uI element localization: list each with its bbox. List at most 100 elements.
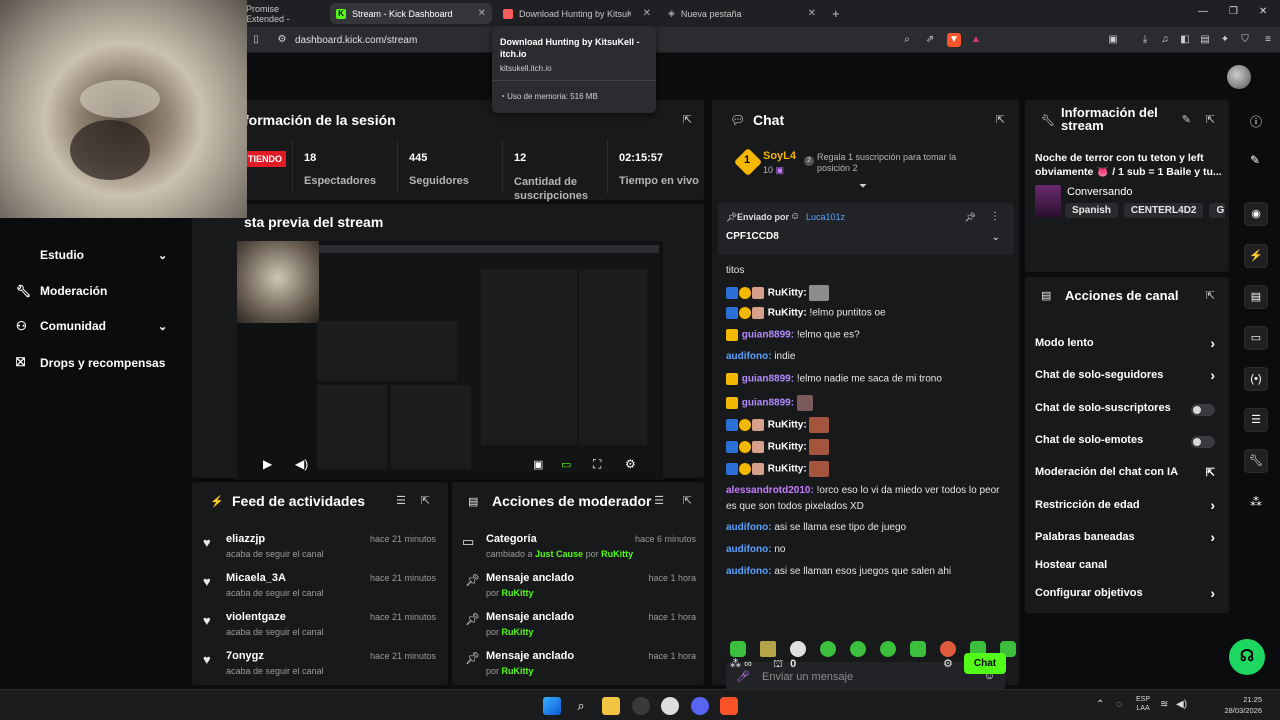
chat-user[interactable]: RuKitty:	[768, 288, 807, 299]
pinned-user[interactable]: Luca101z	[806, 212, 845, 222]
action-emotes-only[interactable]: Chat de solo-emotes	[1035, 434, 1229, 448]
play-icon[interactable]: ▶	[263, 457, 272, 471]
zoom-icon[interactable]: ⌕	[900, 33, 914, 47]
site-info-icon[interactable]: ⚙	[275, 33, 289, 47]
moderator-link[interactable]: RuKitty	[502, 588, 534, 598]
brave-shield-icon[interactable]: ▼	[947, 33, 961, 47]
action-ai-moderation[interactable]: Moderación del chat con IA ⇱	[1035, 466, 1229, 479]
emote-icon[interactable]	[940, 641, 956, 657]
feed-user[interactable]: violentgaze	[226, 611, 286, 623]
close-tab-icon[interactable]: ✕	[643, 8, 651, 19]
filter-icon[interactable]: ☰	[396, 494, 406, 507]
brave-icon[interactable]	[720, 697, 738, 715]
maximize-icon[interactable]: ❐	[1229, 6, 1238, 17]
send-chat-button[interactable]: Chat	[964, 653, 1006, 674]
minimize-icon[interactable]: —	[1198, 6, 1208, 17]
settings-icon[interactable]: ⚙	[625, 457, 636, 471]
close-window-icon[interactable]: ✕	[1259, 6, 1267, 17]
chat-user[interactable]: guian8899:	[742, 330, 794, 341]
emote-icon[interactable]	[730, 641, 746, 657]
chat-icon[interactable]: ▭	[1244, 326, 1268, 350]
stack-icon[interactable]: ☰	[1244, 408, 1268, 432]
wrench-icon[interactable]: 🔧︎	[1244, 449, 1268, 473]
chat-user[interactable]: audifono:	[726, 566, 772, 577]
chat-user[interactable]: alessandrotd2010:	[726, 485, 814, 496]
bookmark-icon[interactable]: ▯	[249, 33, 263, 47]
broadcast-icon[interactable]: (•)	[1244, 367, 1268, 391]
emote-icon[interactable]	[820, 641, 836, 657]
emote-icon[interactable]	[760, 641, 776, 657]
tab-new-tab[interactable]: ◈ Nueva pestaña ✕	[662, 3, 822, 24]
support-button[interactable]: ☊	[1229, 639, 1265, 675]
chat-user[interactable]: audifono:	[726, 522, 772, 533]
emote-icon[interactable]	[910, 641, 926, 657]
chat-user[interactable]: RuKitty:	[768, 308, 807, 319]
emote-icon[interactable]	[880, 641, 896, 657]
pencil-icon[interactable]: ✎	[1250, 153, 1260, 167]
discord-icon[interactable]	[691, 697, 709, 715]
user-avatar[interactable]	[1227, 65, 1251, 89]
expand-icon[interactable]: ⇱	[1206, 113, 1215, 126]
info-icon[interactable]: ⓘ	[1250, 113, 1262, 130]
document-icon[interactable]: ▤	[1244, 285, 1268, 309]
feed-user[interactable]: Micaela_3A	[226, 572, 286, 584]
category-name[interactable]: Conversando	[1067, 186, 1132, 198]
url-field[interactable]: dashboard.kick.com/stream	[295, 35, 417, 46]
vpn-icon[interactable]: ⛉	[1238, 33, 1252, 47]
store-icon[interactable]: ⛫	[773, 658, 783, 670]
action-goals[interactable]: Configurar objetivos ›	[1035, 585, 1229, 601]
close-tab-icon[interactable]: ✕	[808, 8, 816, 19]
tab-download-hunting[interactable]: Download Hunting by KitsuKell ✕	[497, 3, 657, 24]
chat-user[interactable]: guian8899:	[742, 398, 794, 409]
moderator-link[interactable]: RuKitty	[502, 627, 534, 637]
chat-user[interactable]: RuKitty:	[768, 420, 807, 431]
volume-icon[interactable]: ◀)	[295, 457, 308, 471]
emote-icon[interactable]	[850, 641, 866, 657]
moderator-link[interactable]: RuKitty	[601, 549, 633, 559]
category-link[interactable]: Just Cause	[535, 549, 583, 559]
chevron-down-icon[interactable]: ⌄	[992, 232, 1000, 243]
chat-user[interactable]: audifono:	[726, 544, 772, 555]
clock[interactable]: 21:25 28/03/2026	[1218, 694, 1262, 716]
chat-user[interactable]: audifono:	[726, 351, 772, 362]
feed-user[interactable]: 7onygz	[226, 650, 264, 662]
leo-icon[interactable]: ✦	[1218, 33, 1232, 47]
media-icon[interactable]: ♫	[1158, 33, 1172, 47]
action-banned-words[interactable]: Palabras baneadas ›	[1035, 529, 1229, 545]
expand-icon[interactable]: ⇱	[683, 494, 692, 507]
tag[interactable]: G	[1209, 203, 1225, 218]
search-icon[interactable]: ⌕	[572, 697, 590, 715]
sidebar-item-moderacion[interactable]: 🔧︎ Moderación	[16, 284, 107, 298]
expand-icon[interactable]: ⇱	[1206, 289, 1215, 302]
emote-icon[interactable]	[790, 641, 806, 657]
filter-icon[interactable]: ☰	[654, 494, 664, 507]
lightning-icon[interactable]: ⚡	[1244, 244, 1268, 268]
moderator-link[interactable]: RuKitty	[502, 666, 534, 676]
brave-rewards-icon[interactable]: ▲	[969, 33, 983, 47]
fullscreen-icon[interactable]: ⛶	[593, 457, 601, 472]
expand-icon[interactable]: ⇱	[683, 113, 692, 126]
subscribers-only-toggle[interactable]	[1191, 404, 1215, 416]
close-tab-icon[interactable]: ✕	[478, 8, 486, 19]
obs-icon[interactable]	[661, 697, 679, 715]
theater-icon[interactable]: ▭	[561, 458, 571, 471]
video-player[interactable]: ▶ ◀) ▣ ▭ ⛶ ⚙	[237, 241, 663, 480]
unpin-icon[interactable]: 📌︎	[965, 212, 976, 223]
chat-user[interactable]: guian8899:	[742, 374, 794, 385]
infinity-icon[interactable]: ⁂ ∞	[730, 658, 752, 670]
chat-settings-icon[interactable]: ⚙	[943, 657, 953, 670]
pip-icon[interactable]: ▣	[533, 458, 543, 471]
tab-promise-extended[interactable]: Promise Extended -	[240, 3, 324, 24]
share-icon[interactable]: ⇗	[923, 33, 937, 47]
tray-chevron-icon[interactable]: ⌃	[1096, 699, 1104, 710]
edit-icon[interactable]: ✎	[1182, 113, 1191, 126]
tag[interactable]: CENTERL4D2	[1123, 203, 1204, 218]
more-icon[interactable]: ⋮	[990, 211, 1000, 222]
emotes-only-toggle[interactable]	[1191, 436, 1215, 448]
expand-icon[interactable]: ⇱	[996, 113, 1005, 126]
sidebar-toggle-icon[interactable]: ▣	[1106, 33, 1120, 47]
collapse-icon[interactable]: ⏷	[859, 181, 867, 192]
start-icon[interactable]	[543, 697, 561, 715]
feed-user[interactable]: eliazzjp	[226, 533, 265, 545]
downloads-icon[interactable]: ⤓	[1138, 33, 1152, 47]
